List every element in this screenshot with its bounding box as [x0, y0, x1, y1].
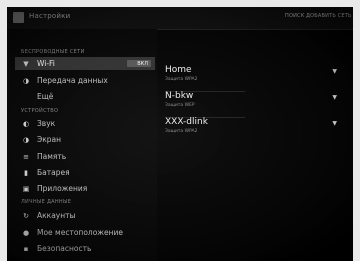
wifi-toggle[interactable]: ВКЛ — [127, 60, 151, 67]
settings-screen: Настройки ПОИСК ДОБАВИТЬ СЕТЬ БЕСПРОВОДН… — [7, 7, 353, 261]
wifi-icon: ▼ — [23, 59, 29, 68]
menu-item-label: Память — [37, 152, 67, 161]
location-icon: ● — [22, 228, 30, 237]
apps-icon: ▣ — [22, 184, 30, 193]
memory-icon: ≡ — [23, 152, 29, 161]
menu-item-accounts[interactable]: ↻ Аккаунты — [15, 209, 155, 222]
lock-icon: ▪ — [23, 244, 29, 253]
network-name: Home — [165, 65, 192, 75]
accounts-icon: ↻ — [23, 211, 29, 220]
network-security: Защита WEP — [165, 103, 195, 108]
wifi-signal-icon: ▼ — [332, 94, 337, 101]
menu-item-security[interactable]: ▪ Безопасность — [15, 242, 155, 255]
section-device: УСТРОЙСТВО — [21, 108, 59, 114]
network-security: Защита WPA2 — [165, 129, 198, 134]
wifi-signal-icon: ▼ — [332, 120, 337, 127]
section-wireless: БЕСПРОВОДНЫЕ СЕТИ — [21, 49, 85, 55]
display-icon: ◑ — [22, 135, 30, 144]
battery-icon: ▮ — [24, 168, 28, 177]
menu-item-location[interactable]: ● Мое местоположение — [15, 226, 155, 239]
wifi-signal-icon: ▼ — [332, 68, 337, 75]
settings-app-icon — [13, 12, 24, 23]
menu-item-label: Батарея — [37, 168, 70, 177]
data-transfer-icon: ◑ — [22, 76, 30, 85]
menu-item-label: Wi-Fi — [37, 59, 55, 68]
menu-item-memory[interactable]: ≡ Память — [15, 150, 155, 163]
menu-item-label: Безопасность — [37, 244, 92, 253]
network-item[interactable]: XXX-dlink Защита WPA2 ▼ — [165, 117, 345, 143]
menu-item-label: Звук — [37, 119, 56, 128]
network-item[interactable]: Home Защита WPA2 ▼ — [165, 65, 345, 91]
menu-item-battery[interactable]: ▮ Батарея — [15, 166, 155, 179]
menu-item-label: Передача данных — [37, 76, 108, 85]
menu-item-wifi[interactable]: ▼ Wi-Fi ВКЛ — [15, 57, 155, 70]
action-bar: Настройки ПОИСК ДОБАВИТЬ СЕТЬ — [7, 7, 353, 30]
network-name: XXX-dlink — [165, 117, 208, 127]
sound-icon: ◐ — [22, 119, 30, 128]
menu-item-display[interactable]: ◑ Экран — [15, 133, 155, 146]
section-personal: ЛИЧНЫЕ ДАННЫЕ — [21, 199, 72, 205]
menu-item-label: Мое местоположение — [37, 228, 124, 237]
search-action[interactable]: ПОИСК — [285, 13, 304, 19]
menu-item-label: Приложения — [37, 184, 88, 193]
menu-item-apps[interactable]: ▣ Приложения — [15, 182, 155, 195]
add-network-action[interactable]: ДОБАВИТЬ СЕТЬ — [306, 13, 352, 19]
network-item[interactable]: N-bkw Защита WEP ▼ — [165, 91, 345, 117]
menu-item-label: Ещё — [37, 92, 54, 101]
menu-item-data-transfer[interactable]: ◑ Передача данных — [15, 74, 155, 87]
menu-item-sound[interactable]: ◐ Звук — [15, 117, 155, 130]
menu-item-more[interactable]: • Ещё — [15, 90, 155, 103]
settings-menu: БЕСПРОВОДНЫЕ СЕТИ ▼ Wi-Fi ВКЛ ◑ Передача… — [7, 29, 157, 261]
network-name: N-bkw — [165, 91, 194, 101]
menu-item-label: Аккаунты — [37, 211, 76, 220]
wifi-networks-list: Home Защита WPA2 ▼ N-bkw Защита WEP ▼ XX… — [157, 29, 353, 261]
menu-item-label: Экран — [37, 135, 62, 144]
network-security: Защита WPA2 — [165, 77, 198, 82]
app-title: Настройки — [29, 12, 71, 20]
